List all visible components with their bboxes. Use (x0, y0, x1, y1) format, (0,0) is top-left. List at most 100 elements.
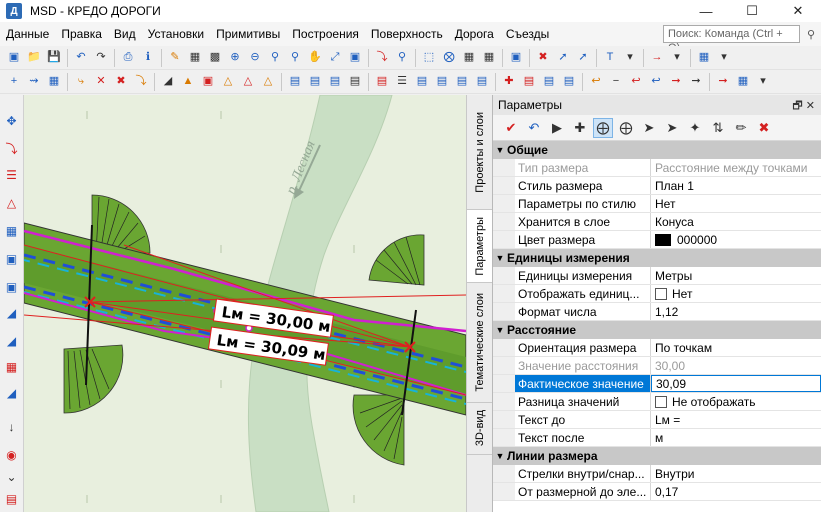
surface-break-icon[interactable]: ◢ (2, 331, 21, 350)
chamfer-icon[interactable]: ➞ (668, 73, 685, 90)
boundary-icon[interactable]: ▣ (200, 73, 217, 90)
text-icon[interactable]: T (602, 49, 619, 66)
line-break-icon[interactable]: ☰ (2, 165, 21, 184)
row-params-by-style[interactable]: Параметры по стилю Нет (493, 195, 821, 213)
node-icon[interactable]: ✦ (685, 118, 705, 138)
ramp-icon[interactable]: ▤ (521, 73, 538, 90)
cone-edge-icon[interactable]: △ (260, 73, 277, 90)
crosshair-icon[interactable]: ✚ (570, 118, 590, 138)
arrow-right-icon[interactable]: → (649, 49, 666, 66)
tab-3d-view[interactable]: 3D-вид (467, 403, 493, 455)
dropdown-icon[interactable]: ▾ (755, 73, 772, 90)
open-folder-icon[interactable]: 📁 (26, 49, 43, 66)
property-value[interactable]: План 1 (651, 177, 821, 194)
menu-junctions[interactable]: Съезды (500, 27, 555, 41)
row-show-units[interactable]: Отображать единиц... Нет (493, 285, 821, 303)
row-dimension-style[interactable]: Стиль размера План 1 (493, 177, 821, 195)
lanes-icon[interactable]: ☰ (394, 73, 411, 90)
category-general[interactable]: ▼ Общие (493, 141, 821, 159)
contour-icon[interactable]: ◢ (2, 383, 21, 402)
row-offset[interactable]: От размерной до эле... 0,17 (493, 483, 821, 501)
maximize-button[interactable]: ☐ (729, 0, 775, 22)
menu-surface[interactable]: Поверхность (365, 27, 449, 41)
slope-marks-icon[interactable]: ▦ (2, 357, 21, 376)
menu-road[interactable]: Дорога (449, 27, 500, 41)
select-object-icon[interactable]: ▦ (481, 49, 498, 66)
snap-point-icon[interactable]: ⨁ (616, 118, 636, 138)
property-value[interactable]: Метры (651, 267, 821, 284)
pan-icon[interactable]: ✋ (307, 49, 324, 66)
align-icon[interactable]: ⇅ (708, 118, 728, 138)
curve-icon[interactable]: ↩ (588, 73, 605, 90)
profile-icon[interactable]: ▤ (347, 73, 364, 90)
undo-icon[interactable]: ↶ (73, 49, 90, 66)
menu-view[interactable]: Вид (108, 27, 142, 41)
property-value[interactable]: Нет (651, 195, 821, 212)
ramp-axis-icon[interactable]: ▤ (541, 73, 558, 90)
menu-edit[interactable]: Правка (55, 27, 108, 41)
collapse-icon[interactable]: ▼ (493, 451, 507, 461)
info-icon[interactable]: ℹ (140, 49, 157, 66)
properties-icon[interactable]: ✎ (167, 49, 184, 66)
point-move-icon[interactable]: ⇝ (26, 73, 43, 90)
menu-settings[interactable]: Установки (142, 27, 210, 41)
curb-icon[interactable]: ▤ (454, 73, 471, 90)
row-arrows[interactable]: Стрелки внутри/снар... Внутри (493, 465, 821, 483)
tab-projects-layers[interactable]: Проекты и слои (467, 95, 493, 210)
arc-icon[interactable]: ↩ (628, 73, 645, 90)
checkbox[interactable] (655, 287, 667, 300)
ruler-icon[interactable]: ▤ (2, 489, 21, 508)
grid-icon[interactable]: ▩ (207, 49, 224, 66)
checkbox[interactable] (655, 395, 667, 408)
select-cross-icon[interactable]: ⨂ (441, 49, 458, 66)
select-icon[interactable]: ⤵ (374, 49, 391, 66)
chain-icon[interactable]: ➞ (688, 73, 705, 90)
new-project-icon[interactable]: ▣ (6, 49, 23, 66)
category-distance[interactable]: ▼ Расстояние (493, 321, 821, 339)
menu-constructions[interactable]: Построения (286, 27, 365, 41)
expand-more-icon[interactable]: ↓ (2, 417, 21, 436)
property-value[interactable]: 0,17 (651, 483, 821, 500)
dropdown-icon[interactable]: ▾ (622, 49, 639, 66)
row-number-format[interactable]: Формат числа 1,12 (493, 303, 821, 321)
cone-icon[interactable]: △ (220, 73, 237, 90)
break-line-icon[interactable]: ⤵ (133, 73, 150, 90)
layers-icon[interactable]: ▦ (187, 49, 204, 66)
row-units[interactable]: Единицы измерения Метры (493, 267, 821, 285)
target-point-icon[interactable]: ⨁ (593, 117, 613, 138)
collapse-icon[interactable]: ▼ (493, 253, 507, 263)
delete-element-icon[interactable]: ✖ (535, 49, 552, 66)
cancel-icon[interactable]: ✖ (754, 118, 774, 138)
cursor-text-icon[interactable]: ➤ (662, 118, 682, 138)
tab-thematic-layers[interactable]: Тематические слои (467, 283, 493, 403)
drawing-canvas[interactable]: р. Лесная Lм = 30,00 м Lм = 30,09 м (24, 95, 466, 512)
property-value[interactable]: Внутри (651, 465, 821, 482)
menu-primitives[interactable]: Примитивы (210, 27, 286, 41)
zoom-window-icon[interactable]: ⚲ (267, 49, 284, 66)
bridge-icon[interactable]: ▤ (374, 73, 391, 90)
select-frame-icon[interactable]: ⬚ (421, 49, 438, 66)
undo-step-icon[interactable]: ↶ (524, 118, 544, 138)
road-section-icon[interactable]: ▤ (287, 73, 304, 90)
surface-edit-icon[interactable]: ▣ (2, 249, 21, 268)
move-point-icon[interactable]: ✥ (2, 111, 21, 130)
ramp-edge-icon[interactable]: ▤ (561, 73, 578, 90)
category-units[interactable]: ▼ Единицы измерения (493, 249, 821, 267)
marking-icon[interactable]: ▤ (434, 73, 451, 90)
mirror-icon[interactable]: ▦ (735, 73, 752, 90)
cone-alt-icon[interactable]: △ (240, 73, 257, 90)
row-actual-value[interactable]: Фактическое значение 30,09 (493, 375, 821, 393)
grid-table-icon[interactable]: ▦ (46, 73, 63, 90)
command-search-input[interactable]: Поиск: Команда (Ctrl + Q) (663, 25, 800, 54)
panel-window-buttons[interactable]: 🗗 ✕ (792, 97, 815, 116)
text-after-input[interactable]: м (651, 429, 821, 446)
minimize-button[interactable]: — (683, 0, 729, 22)
hydrology-icon[interactable]: ◉ (2, 445, 21, 464)
triangulation-icon[interactable]: ◢ (2, 303, 21, 322)
dropdown-icon[interactable]: ▾ (716, 49, 733, 66)
color-picker[interactable]: 000000 (651, 231, 821, 248)
row-text-before[interactable]: Текст до Lм = (493, 411, 821, 429)
row-text-after[interactable]: Текст после м (493, 429, 821, 447)
table-icon[interactable]: ▦ (696, 49, 713, 66)
move-icon[interactable]: ➚ (575, 49, 592, 66)
